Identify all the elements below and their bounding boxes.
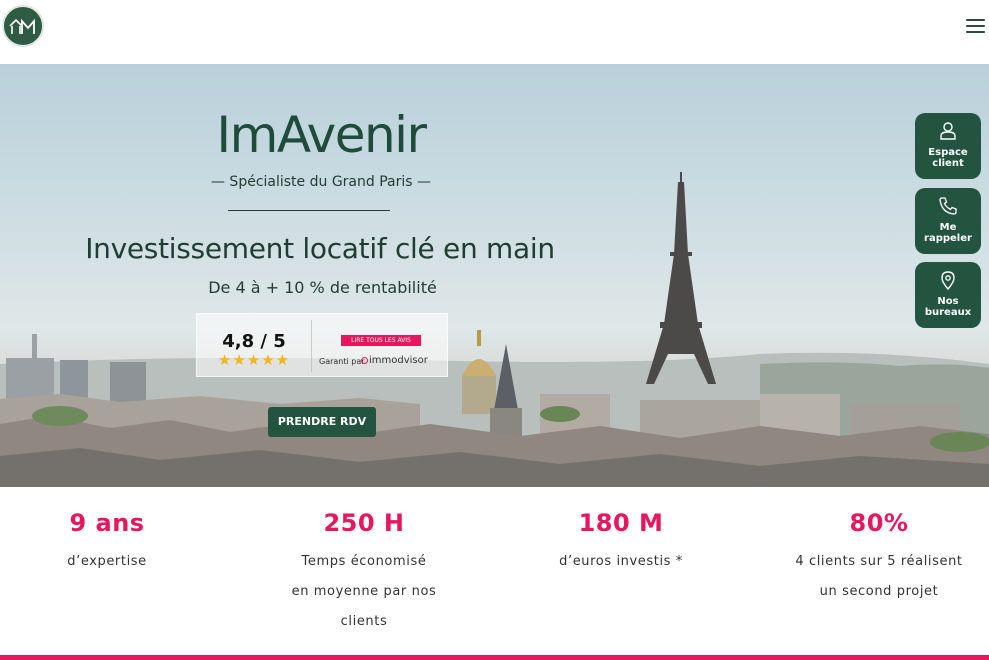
me-rappeler-line1: Me bbox=[939, 222, 957, 233]
nos-bureaux-button[interactable]: Nos bureaux bbox=[915, 262, 981, 328]
stat-line: en moyenne par nos bbox=[291, 584, 437, 599]
stat-number: 80% bbox=[849, 509, 909, 537]
rating-widget: 4,8 / 5 ★★★★★ LIRE TOUS LES AVIS Garanti… bbox=[196, 313, 448, 377]
hero-subline: De 4 à + 10 % de rentabilité bbox=[208, 278, 437, 297]
nos-bureaux-line1: Nos bbox=[937, 296, 959, 307]
stat-line: Temps économisé bbox=[301, 554, 427, 569]
logo-houses-graphic bbox=[9, 18, 35, 34]
brand-tagline: — Spécialiste du Grand Paris — bbox=[210, 174, 431, 190]
accent-bottom-bar bbox=[0, 655, 989, 660]
brand-title: ImAvenir bbox=[216, 106, 427, 164]
nos-bureaux-label: Nos bureaux bbox=[915, 296, 981, 318]
espace-client-line2: client bbox=[932, 158, 964, 169]
stat-line: un second projet bbox=[819, 584, 939, 599]
stat-description: d’expertise bbox=[0, 547, 222, 577]
immodvisor-name: immodvisor bbox=[369, 355, 428, 366]
stat-line: d’euros investis * bbox=[559, 554, 683, 569]
stat-description: 4 clients sur 5 réalisent un second proj… bbox=[764, 547, 989, 607]
phone-icon bbox=[939, 197, 957, 215]
book-appointment-button[interactable]: PRENDRE RDV bbox=[268, 407, 376, 437]
hero-headline: Investissement locatif clé en main bbox=[85, 232, 555, 265]
user-icon bbox=[940, 122, 956, 140]
star-icons: ★★★★★ bbox=[217, 351, 291, 369]
stat-number: 180 M bbox=[578, 509, 664, 537]
me-rappeler-label: Me rappeler bbox=[915, 222, 981, 244]
stat-number: 250 H bbox=[323, 509, 405, 537]
stat-description: d’euros investis * bbox=[506, 547, 736, 577]
stat-description: Temps économisé en moyenne par nos clien… bbox=[249, 547, 479, 637]
paris-skyline-illustration bbox=[0, 172, 989, 487]
guarantee-label: Garanti par bbox=[319, 357, 365, 366]
site-header bbox=[0, 0, 989, 64]
read-all-reviews-button[interactable]: LIRE TOUS LES AVIS bbox=[341, 335, 421, 346]
me-rappeler-button[interactable]: Me rappeler bbox=[915, 188, 981, 254]
espace-client-button[interactable]: Espace client bbox=[915, 113, 981, 179]
house-logo-icon[interactable] bbox=[2, 5, 44, 47]
key-figures-section: 9 ans d’expertise 250 H Temps économisé … bbox=[0, 487, 989, 655]
rating-separator bbox=[311, 320, 312, 372]
rating-score: 4,8 / 5 bbox=[222, 331, 286, 352]
immodvisor-icon bbox=[361, 357, 368, 364]
stat-line: clients bbox=[340, 614, 388, 629]
stat-line: d’expertise bbox=[67, 554, 147, 569]
hamburger-menu-icon[interactable] bbox=[966, 19, 985, 35]
me-rappeler-line2: rappeler bbox=[924, 233, 972, 244]
location-pin-icon bbox=[941, 271, 955, 290]
nos-bureaux-line2: bureaux bbox=[924, 307, 972, 318]
stat-number: 9 ans bbox=[69, 509, 145, 537]
rating-summary: 4,8 / 5 ★★★★★ bbox=[197, 314, 311, 378]
espace-client-line1: Espace bbox=[928, 147, 968, 158]
stat-line: 4 clients sur 5 réalisent bbox=[795, 554, 963, 569]
title-divider bbox=[228, 210, 390, 211]
hero-section: ImAvenir — Spécialiste du Grand Paris — … bbox=[0, 64, 989, 487]
espace-client-label: Espace client bbox=[915, 147, 981, 169]
immodvisor-logo[interactable]: immodvisor bbox=[361, 355, 428, 366]
